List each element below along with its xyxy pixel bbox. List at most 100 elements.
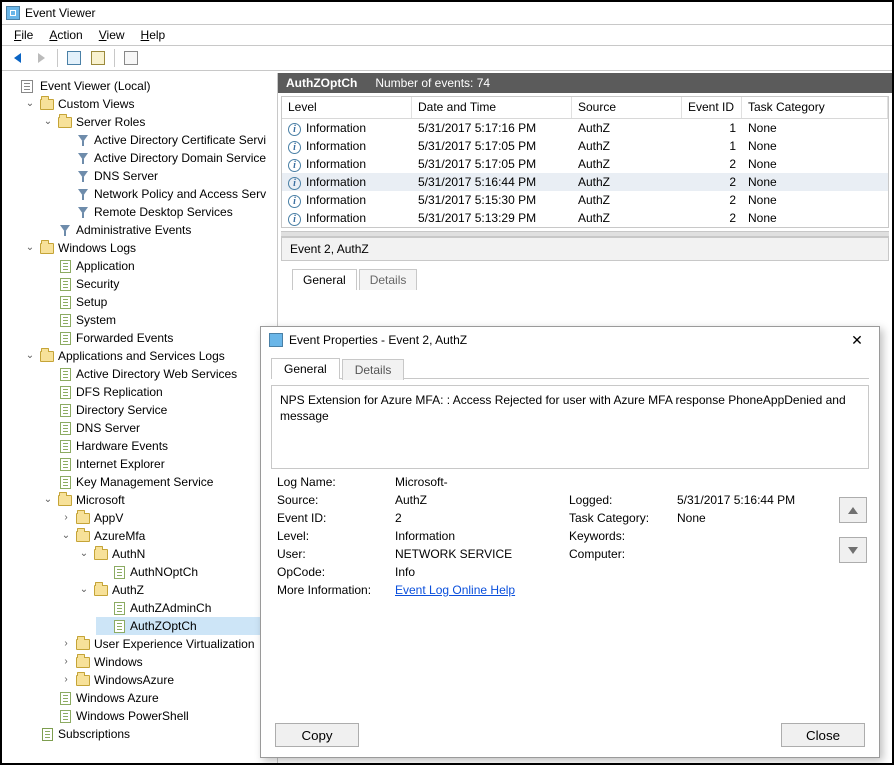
tree-microsoft[interactable]: ⌄Microsoft: [42, 491, 277, 509]
close-button[interactable]: Close: [781, 723, 865, 747]
filter-icon: [78, 153, 88, 164]
tree-label: WindowsAzure: [94, 673, 174, 687]
log-icon: [60, 422, 71, 435]
filter-icon: [78, 189, 88, 200]
back-button[interactable]: [6, 48, 28, 68]
tree-npas[interactable]: Network Policy and Access Serv: [60, 185, 277, 203]
tree-authz[interactable]: ⌄AuthZ: [78, 581, 277, 599]
tree-rds[interactable]: Remote Desktop Services: [60, 203, 277, 221]
toolbar: [2, 46, 892, 71]
next-event-button[interactable]: [839, 537, 867, 563]
tree-uev[interactable]: ›User Experience Virtualization: [60, 635, 277, 653]
tree-root[interactable]: Event Viewer (Local): [6, 77, 277, 95]
dialog-titlebar[interactable]: Event Properties - Event 2, AuthZ ✕: [261, 327, 879, 353]
log-icon: [60, 692, 71, 705]
menu-view[interactable]: View: [99, 28, 125, 42]
tree-label: Administrative Events: [76, 223, 191, 237]
table-row[interactable]: iInformation5/31/2017 5:15:30 PMAuthZ2No…: [282, 191, 888, 209]
table-row[interactable]: iInformation5/31/2017 5:17:05 PMAuthZ1No…: [282, 137, 888, 155]
tree-label: Active Directory Domain Service: [94, 151, 266, 165]
menu-action[interactable]: Action: [49, 28, 82, 42]
tree-hw[interactable]: Hardware Events: [42, 437, 277, 455]
toolbar-btn-2[interactable]: [87, 48, 109, 68]
tree-adds[interactable]: Active Directory Domain Service: [60, 149, 277, 167]
forward-button[interactable]: [30, 48, 52, 68]
val-user: NETWORK SERVICE: [395, 547, 565, 561]
grid-icon: [91, 51, 105, 65]
tree-windowsazure2[interactable]: Windows Azure: [42, 689, 277, 707]
log-icon: [60, 440, 71, 453]
tree-windows-logs[interactable]: ⌄Windows Logs: [24, 239, 277, 257]
menu-help[interactable]: Help: [141, 28, 166, 42]
log-icon: [60, 710, 71, 723]
arrow-left-icon: [14, 53, 21, 63]
tree-wl-setup[interactable]: Setup: [42, 293, 277, 311]
tree-dnssvc[interactable]: DNS Server: [42, 419, 277, 437]
lbl-source: Source:: [277, 493, 391, 507]
dialog-tab-general[interactable]: General: [271, 358, 340, 379]
table-row[interactable]: iInformation5/31/2017 5:16:44 PMAuthZ2No…: [282, 173, 888, 191]
log-icon: [60, 332, 71, 345]
tree-authnoptch[interactable]: AuthNOptCh: [96, 563, 277, 581]
prev-event-button[interactable]: [839, 497, 867, 523]
tree-label: AuthN: [112, 547, 145, 561]
tree-authzadmin[interactable]: AuthZAdminCh: [96, 599, 277, 617]
tree-label: Security: [76, 277, 119, 291]
tree-server-roles[interactable]: ⌄Server Roles: [42, 113, 277, 131]
tree-label: Active Directory Certificate Servi: [94, 133, 266, 147]
tree-admin-events[interactable]: Administrative Events: [42, 221, 277, 239]
tree-appv[interactable]: ›AppV: [60, 509, 277, 527]
folder-icon: [40, 99, 54, 110]
tree-subscriptions[interactable]: Subscriptions: [24, 725, 277, 743]
eventviewer-icon: [21, 80, 33, 93]
tree-label: Windows: [94, 655, 143, 669]
event-table-header[interactable]: Level Date and Time Source Event ID Task…: [282, 97, 888, 119]
tree-ie[interactable]: Internet Explorer: [42, 455, 277, 473]
tree-custom-views[interactable]: ⌄Custom Views: [24, 95, 277, 113]
dialog-close-button[interactable]: ✕: [843, 330, 871, 350]
table-row[interactable]: iInformation5/31/2017 5:13:29 PMAuthZ2No…: [282, 209, 888, 227]
dialog-message-box: NPS Extension for Azure MFA: : Access Re…: [271, 385, 869, 469]
col-date[interactable]: Date and Time: [412, 97, 572, 118]
tree-authn[interactable]: ⌄AuthN: [78, 545, 277, 563]
col-task[interactable]: Task Category: [742, 97, 888, 118]
tree-windowsazure[interactable]: ›WindowsAzure: [60, 671, 277, 689]
col-id[interactable]: Event ID: [682, 97, 742, 118]
tree-label: DNS Server: [94, 169, 158, 183]
filter-icon: [78, 207, 88, 218]
tree-wl-fwd[interactable]: Forwarded Events: [42, 329, 277, 347]
tree-adws[interactable]: Active Directory Web Services: [42, 365, 277, 383]
tree-dns-role[interactable]: DNS Server: [60, 167, 277, 185]
tree-authzoptch[interactable]: AuthZOptCh: [96, 617, 277, 635]
toolbar-btn-3[interactable]: [120, 48, 142, 68]
log-icon: [114, 620, 125, 633]
tree-pane[interactable]: Event Viewer (Local) ⌄Custom Views ⌄Serv…: [2, 73, 278, 763]
tree-azuremfa[interactable]: ⌄AzureMfa: [60, 527, 277, 545]
tree-powershell[interactable]: Windows PowerShell: [42, 707, 277, 725]
detail-tab-details[interactable]: Details: [359, 269, 418, 290]
dialog-tabs: General Details: [271, 357, 869, 379]
tree-dfs[interactable]: DFS Replication: [42, 383, 277, 401]
event-log-help-link[interactable]: Event Log Online Help: [395, 583, 515, 597]
tree-wl-sec[interactable]: Security: [42, 275, 277, 293]
menu-file[interactable]: File: [14, 28, 33, 42]
col-level[interactable]: Level: [282, 97, 412, 118]
tree-label: Windows PowerShell: [76, 709, 189, 723]
tree-adcs[interactable]: Active Directory Certificate Servi: [60, 131, 277, 149]
toolbar-btn-1[interactable]: [63, 48, 85, 68]
tree-kms[interactable]: Key Management Service: [42, 473, 277, 491]
tree-wl-sys[interactable]: System: [42, 311, 277, 329]
copy-button[interactable]: Copy: [275, 723, 359, 747]
col-source[interactable]: Source: [572, 97, 682, 118]
dialog-message: NPS Extension for Azure MFA: : Access Re…: [280, 393, 846, 423]
detail-tab-general[interactable]: General: [292, 269, 357, 290]
dialog-tab-details[interactable]: Details: [342, 359, 405, 380]
tree-app-svc-logs[interactable]: ⌄Applications and Services Logs: [24, 347, 277, 365]
tree-dirsvc[interactable]: Directory Service: [42, 401, 277, 419]
val-opcode: Info: [395, 565, 565, 579]
table-row[interactable]: iInformation5/31/2017 5:17:16 PMAuthZ1No…: [282, 119, 888, 137]
table-row[interactable]: iInformation5/31/2017 5:17:05 PMAuthZ2No…: [282, 155, 888, 173]
event-table[interactable]: Level Date and Time Source Event ID Task…: [281, 96, 889, 228]
tree-windows[interactable]: ›Windows: [60, 653, 277, 671]
tree-wl-app[interactable]: Application: [42, 257, 277, 275]
